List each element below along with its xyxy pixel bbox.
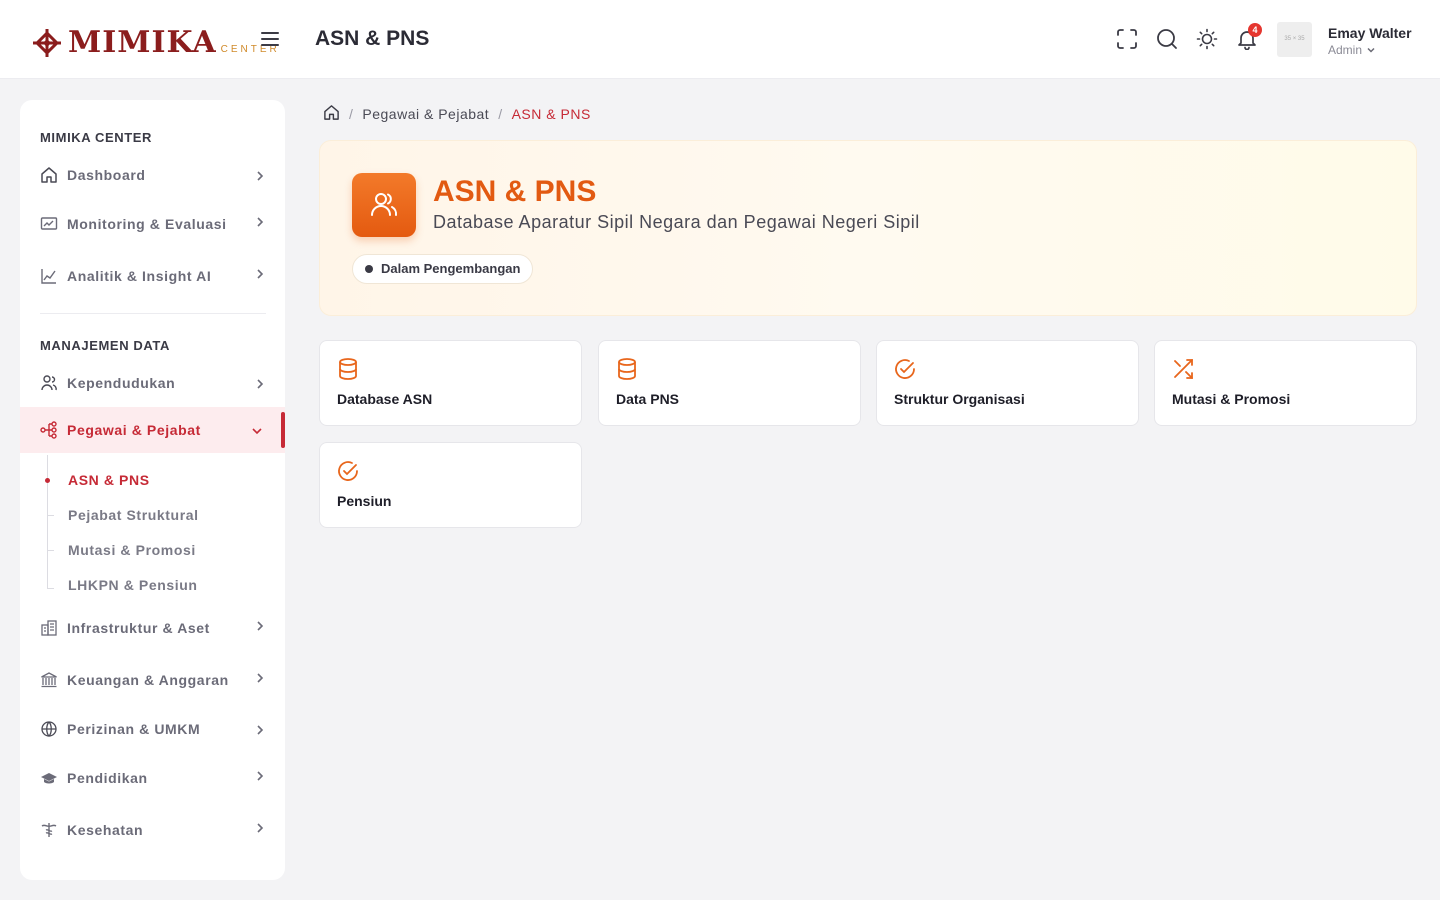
home-icon: [40, 166, 58, 184]
card-label: Pensiun: [337, 493, 392, 509]
search-icon[interactable]: [1156, 28, 1178, 50]
sidebar-item-label: Perizinan & UMKM: [67, 721, 201, 737]
submenu-item-pejabat-struktural[interactable]: Pejabat Struktural: [68, 507, 199, 523]
chevron-right-icon: [254, 769, 266, 781]
logo[interactable]: MIMIKA CENTER: [30, 20, 280, 60]
database-icon: [336, 357, 360, 381]
submenu-tick: [47, 515, 54, 516]
chevron-right-icon: [254, 619, 266, 631]
chevron-right-icon: [254, 377, 266, 389]
check-circle-icon: [893, 357, 917, 381]
sidebar-item-label: Kependudukan: [67, 375, 176, 391]
submenu-tick: [47, 588, 54, 589]
status-badge: Dalam Pengembangan: [352, 254, 534, 284]
breadcrumb-separator: /: [349, 106, 354, 122]
sidebar-item-kependudukan[interactable]: Kependudukan: [20, 363, 285, 403]
users-icon: [352, 173, 416, 237]
sidebar: MIMIKA CENTER Dashboard Monitoring & Eva…: [20, 100, 285, 880]
chart-icon: [40, 267, 58, 285]
chevron-right-icon: [254, 267, 266, 279]
chevron-right-icon: [254, 821, 266, 833]
card-label: Data PNS: [616, 391, 680, 407]
sidebar-item-label: Monitoring & Evaluasi: [67, 216, 227, 232]
breadcrumb: / Pegawai & Pejabat / ASN & PNS: [323, 104, 591, 124]
org-icon: [40, 421, 58, 439]
user-role-dropdown[interactable]: Admin: [1328, 43, 1376, 57]
sidebar-item-dashboard[interactable]: Dashboard: [20, 155, 285, 195]
avatar[interactable]: 35 × 35: [1277, 22, 1312, 57]
submenu-item-lhkpn-pensiun[interactable]: LHKPN & Pensiun: [68, 577, 198, 593]
sidebar-item-pendidikan[interactable]: Pendidikan: [20, 758, 285, 798]
hero-title: ASN & PNS: [433, 175, 597, 208]
graduation-icon: [40, 769, 58, 787]
sidebar-item-label: Dashboard: [67, 167, 146, 183]
chevron-right-icon: [254, 671, 266, 683]
sidebar-item-perizinan[interactable]: Perizinan & UMKM: [20, 709, 285, 749]
active-indicator: [281, 412, 285, 448]
sidebar-item-label: Pegawai & Pejabat: [67, 422, 201, 438]
theme-toggle-icon[interactable]: [1196, 28, 1218, 50]
logo-mark-icon: [30, 26, 64, 60]
card-label: Struktur Organisasi: [894, 391, 1025, 407]
card-label: Mutasi & Promosi: [1172, 391, 1291, 407]
sidebar-item-label: Infrastruktur & Aset: [67, 620, 210, 636]
chevron-right-icon: [254, 169, 266, 181]
section-title-manajemen-data: MANAJEMEN DATA: [40, 338, 170, 353]
hero-subtitle: Database Aparatur Sipil Negara dan Pegaw…: [433, 212, 920, 232]
submenu-tick: [47, 550, 54, 551]
sidebar-item-label: Keuangan & Anggaran: [67, 672, 229, 688]
sidebar-item-label: Kesehatan: [67, 822, 144, 838]
sidebar-item-kesehatan[interactable]: Kesehatan: [20, 810, 285, 850]
breadcrumb-parent[interactable]: Pegawai & Pejabat: [362, 106, 489, 122]
notification-badge: 4: [1248, 23, 1262, 37]
globe-icon: [40, 720, 58, 738]
building-icon: [40, 619, 58, 637]
submenu-line: [47, 455, 48, 589]
hero-banner: ASN & PNS Database Aparatur Sipil Negara…: [319, 140, 1417, 316]
top-header: MIMIKA CENTER ASN & PNS 4 35 × 35 Emay W…: [0, 0, 1440, 79]
sidebar-item-keuangan[interactable]: Keuangan & Anggaran: [20, 660, 285, 700]
sidebar-item-analitik[interactable]: Analitik & Insight AI: [20, 256, 285, 296]
card-database-asn[interactable]: Database ASN: [319, 340, 582, 426]
menu-toggle-icon[interactable]: [261, 32, 279, 46]
chevron-right-icon: [254, 723, 266, 735]
database-icon: [615, 357, 639, 381]
fullscreen-icon[interactable]: [1116, 28, 1138, 50]
bank-icon: [40, 671, 58, 689]
section-title-mimika-center: MIMIKA CENTER: [40, 130, 153, 145]
sidebar-divider: [40, 313, 266, 314]
shuffle-icon: [1171, 357, 1195, 381]
sidebar-item-label: Pendidikan: [67, 770, 148, 786]
logo-text: MIMIKA: [68, 25, 217, 60]
card-mutasi-promosi[interactable]: Mutasi & Promosi: [1154, 340, 1417, 426]
chevron-down-icon: [1367, 47, 1375, 53]
breadcrumb-current: ASN & PNS: [511, 106, 591, 122]
card-struktur-organisasi[interactable]: Struktur Organisasi: [876, 340, 1139, 426]
sidebar-item-pegawai[interactable]: Pegawai & Pejabat: [20, 407, 285, 453]
users-icon: [40, 374, 58, 392]
user-name[interactable]: Emay Walter: [1328, 25, 1412, 41]
caduceus-icon: [40, 821, 58, 839]
user-role: Admin: [1328, 43, 1363, 57]
card-label: Database ASN: [337, 391, 433, 407]
submenu-item-asn-pns[interactable]: ASN & PNS: [68, 472, 150, 488]
breadcrumb-separator: /: [498, 106, 503, 122]
chevron-down-icon: [251, 424, 263, 436]
submenu-active-dot: [45, 478, 50, 483]
card-pensiun[interactable]: Pensiun: [319, 442, 582, 528]
monitor-icon: [40, 215, 58, 233]
card-data-pns[interactable]: Data PNS: [598, 340, 861, 426]
check-circle-icon: [336, 459, 360, 483]
sidebar-item-label: Analitik & Insight AI: [67, 268, 212, 284]
page-title: ASN & PNS: [315, 27, 430, 50]
sidebar-item-infrastruktur[interactable]: Infrastruktur & Aset: [20, 608, 285, 648]
home-icon[interactable]: [323, 104, 340, 124]
submenu-item-mutasi-promosi[interactable]: Mutasi & Promosi: [68, 542, 196, 558]
sidebar-item-monitoring[interactable]: Monitoring & Evaluasi: [20, 204, 285, 244]
chevron-right-icon: [254, 215, 266, 227]
